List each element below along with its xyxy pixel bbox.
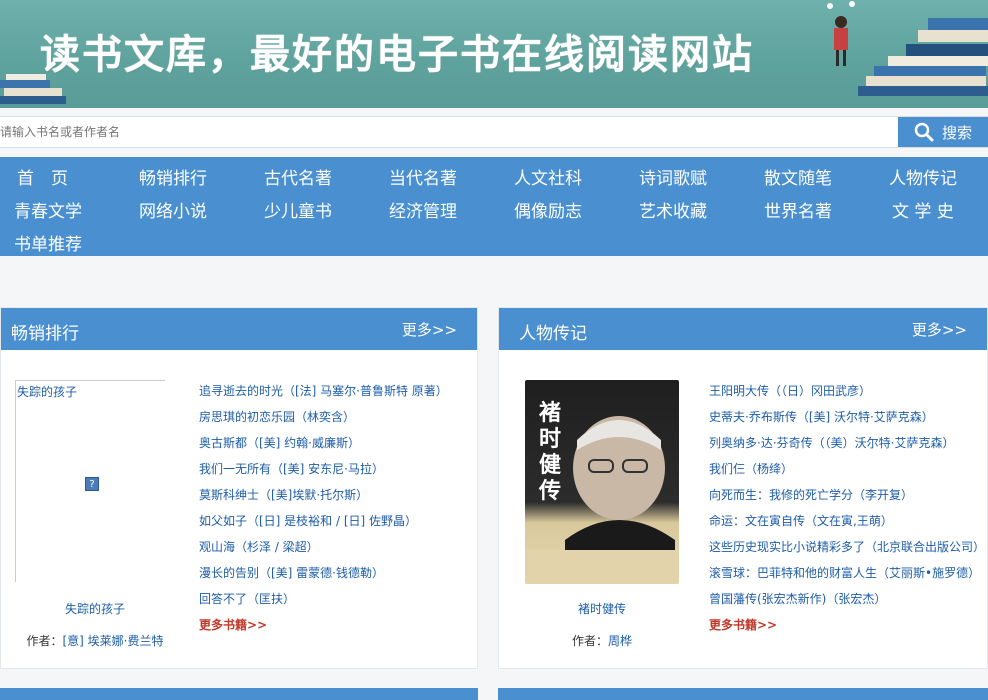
- search-button[interactable]: 搜索: [898, 117, 988, 147]
- site-banner: 读书文库，最好的电子书在线阅读网站: [0, 0, 988, 108]
- bestsellers-panel-header: 畅销排行 更多>>: [1, 308, 477, 350]
- more-books-link[interactable]: 更多书籍>>: [199, 616, 448, 642]
- search-icon: [914, 122, 934, 142]
- banner-title-text: 书文库，最好的电子书在线阅读网站: [82, 32, 754, 78]
- more-link[interactable]: 更多>>: [912, 319, 967, 340]
- nav-web-novels[interactable]: 网络小说: [139, 197, 207, 222]
- banner-title-prefix: 读: [40, 32, 82, 78]
- author-name[interactable]: 周桦: [608, 634, 632, 648]
- nav-ancient-classics[interactable]: 古代名著: [264, 164, 332, 189]
- list-item[interactable]: 莫斯科绅士（[美]埃默·托尔斯）: [199, 486, 448, 512]
- biographies-panel-header: 人物传记 更多>>: [499, 308, 987, 350]
- next-panel-header: [0, 688, 478, 700]
- list-item[interactable]: 列奥纳多·达·芬奇传（（美）沃尔特·艾萨克森）: [709, 434, 985, 460]
- nav-home[interactable]: 首 页: [17, 164, 68, 189]
- list-item[interactable]: 曾国藩传(张宏杰新作)（张宏杰）: [709, 590, 985, 616]
- search-bar: 搜索: [0, 116, 988, 148]
- list-item[interactable]: 向死而生：我修的死亡学分（李开复）: [709, 486, 985, 512]
- nav-book-lists[interactable]: 书单推荐: [14, 230, 82, 255]
- nav-bestsellers[interactable]: 畅销排行: [139, 164, 207, 189]
- cover-title-text: 褚时健传: [539, 400, 562, 504]
- list-item[interactable]: 奥古斯都（[美] 约翰·威廉斯）: [199, 434, 448, 460]
- list-item[interactable]: 滚雪球：巴菲特和他的财富人生（艾丽斯•施罗德）: [709, 564, 985, 590]
- broken-image-icon: ?: [85, 477, 99, 491]
- search-input[interactable]: [0, 117, 898, 147]
- next-panel-header: [498, 688, 988, 700]
- nav-poetry[interactable]: 诗词歌赋: [639, 164, 707, 189]
- list-item[interactable]: 我们仨（杨绛）: [709, 460, 985, 486]
- list-item[interactable]: 回答不了（匡扶）: [199, 590, 448, 616]
- list-item[interactable]: 追寻逝去的时光（[法] 马塞尔·普鲁斯特 原著）: [199, 382, 448, 408]
- nav-art-collection[interactable]: 艺术收藏: [639, 197, 707, 222]
- nav-literary-history[interactable]: 文 学 史: [892, 197, 954, 222]
- list-item[interactable]: 王阳明大传（（日）冈田武彦）: [709, 382, 985, 408]
- list-item[interactable]: 这些历史现实比小说精彩多了（北京联合出版公司）: [709, 538, 985, 564]
- list-item[interactable]: 如父如子（[日] 是枝裕和 / [日] 佐野晶）: [199, 512, 448, 538]
- nav-contemporary-classics[interactable]: 当代名著: [389, 164, 457, 189]
- main-nav: 首 页 畅销排行 古代名著 当代名著 人文社科 诗词歌赋 散文随笔 人物传记 青…: [0, 157, 988, 256]
- book-cover-image[interactable]: 褚时健传: [525, 380, 679, 584]
- author-label: 作者：: [26, 634, 63, 648]
- list-item[interactable]: 漫长的告别（[美] 雷蒙德·钱德勒）: [199, 564, 448, 590]
- biographies-panel: 人物传记 更多>> 褚时健传 褚时健传 作者：周桦 王阳明大传（（日）冈田武彦）…: [498, 307, 988, 669]
- list-item[interactable]: 房思琪的初恋乐园（林奕含）: [199, 408, 448, 434]
- featured-book-title[interactable]: 失踪的孩子: [15, 600, 175, 617]
- list-item[interactable]: 史蒂夫·乔布斯传（[美] 沃尔特·艾萨克森）: [709, 408, 985, 434]
- bestsellers-list: 追寻逝去的时光（[法] 马塞尔·普鲁斯特 原著） 房思琪的初恋乐园（林奕含） 奥…: [199, 382, 448, 642]
- panel-title: 人物传记: [519, 324, 587, 344]
- list-item[interactable]: 我们一无所有（[美] 安东尼·马拉）: [199, 460, 448, 486]
- banner-title: 读书文库，最好的电子书在线阅读网站: [40, 22, 754, 80]
- nav-childrens-books[interactable]: 少儿童书: [264, 197, 332, 222]
- nav-essays[interactable]: 散文随笔: [764, 164, 832, 189]
- book-cover-image[interactable]: 失踪的孩子 ?: [15, 380, 165, 582]
- featured-book-title[interactable]: 褚时健传: [525, 600, 679, 617]
- nav-inspirational[interactable]: 偶像励志: [514, 197, 582, 222]
- nav-youth-literature[interactable]: 青春文学: [14, 197, 82, 222]
- nav-world-classics[interactable]: 世界名著: [764, 197, 832, 222]
- biographies-list: 王阳明大传（（日）冈田武彦） 史蒂夫·乔布斯传（[美] 沃尔特·艾萨克森） 列奥…: [709, 382, 985, 642]
- reading-girl-illustration-icon: [827, 1, 988, 96]
- more-link[interactable]: 更多>>: [402, 319, 457, 340]
- nav-biographies[interactable]: 人物传记: [889, 164, 957, 189]
- nav-economics[interactable]: 经济管理: [389, 197, 457, 222]
- nav-humanities[interactable]: 人文社科: [514, 164, 582, 189]
- search-button-label: 搜索: [941, 123, 972, 142]
- author-label: 作者：: [571, 634, 608, 648]
- list-item[interactable]: 命运：文在寅自传（文在寅,王萌）: [709, 512, 985, 538]
- list-item[interactable]: 观山海（杉泽 / 梁超）: [199, 538, 448, 564]
- author-name[interactable]: [意] 埃莱娜·费兰特: [63, 634, 164, 648]
- featured-book-author: 作者：[意] 埃莱娜·费兰特: [15, 632, 175, 649]
- bestsellers-panel: 畅销排行 更多>> 失踪的孩子 ? 失踪的孩子 作者：[意] 埃莱娜·费兰特 追…: [0, 307, 478, 669]
- cover-alt-text: 失踪的孩子: [17, 385, 78, 399]
- panel-title: 畅销排行: [11, 324, 79, 344]
- more-books-link[interactable]: 更多书籍>>: [709, 616, 985, 642]
- featured-book-author: 作者：周桦: [525, 632, 679, 649]
